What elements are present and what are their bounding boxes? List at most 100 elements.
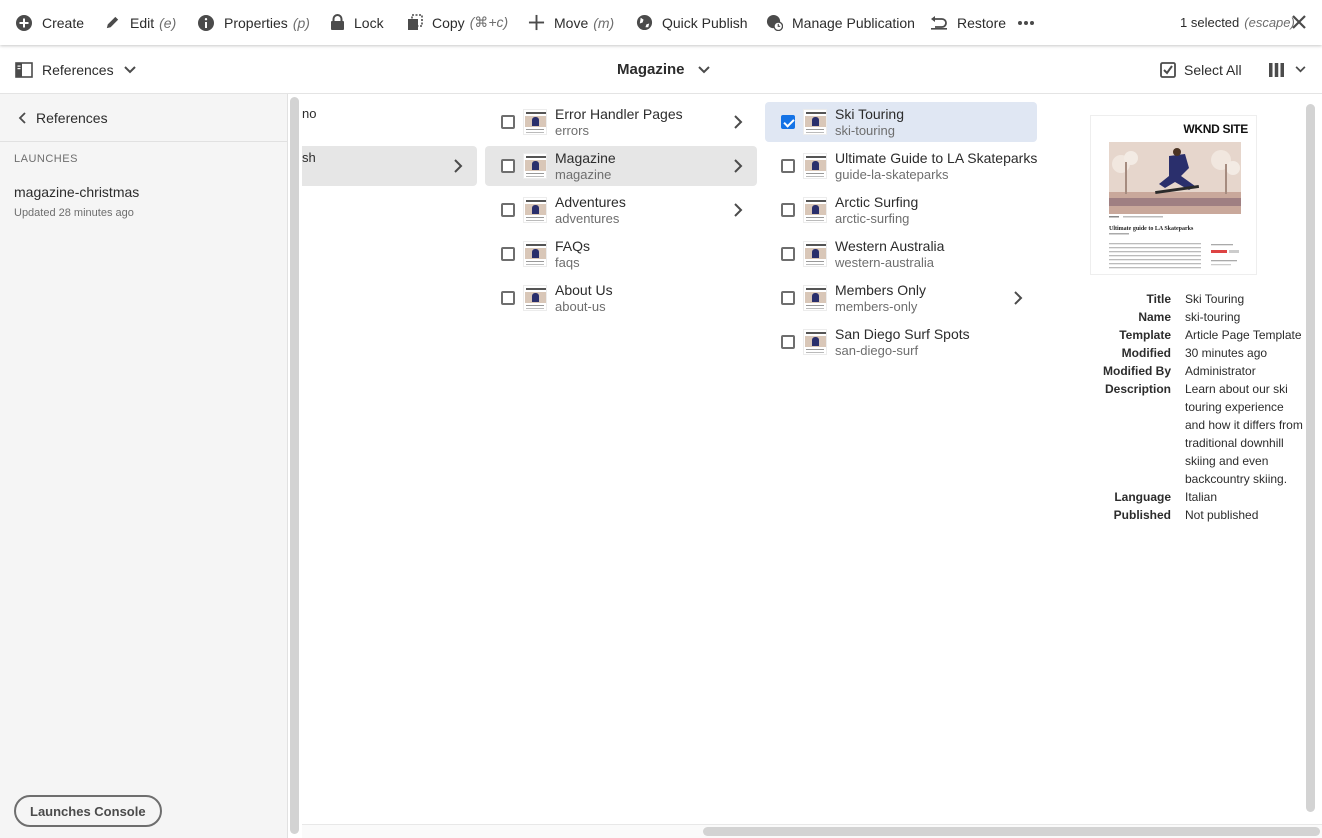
item-name: san-diego-surf — [835, 343, 919, 358]
list-item[interactable]: Western Australia western-australia — [765, 234, 1037, 274]
item-name: about-us — [555, 299, 606, 314]
copy-button[interactable]: Copy (⌘+c) — [407, 0, 508, 45]
skateboarder-photo — [1109, 142, 1241, 214]
create-button[interactable]: Create — [15, 0, 84, 45]
chevron-left-icon — [18, 112, 26, 124]
column1-fragment[interactable]: no — [302, 106, 316, 121]
row-checkbox[interactable] — [781, 335, 795, 349]
property-key: Title — [1146, 292, 1171, 306]
item-title: About Us — [555, 282, 613, 298]
chevron-right-icon[interactable] — [731, 203, 745, 217]
property-row: Template Article Page Template — [1090, 326, 1301, 344]
column1-row-highlighted[interactable]: sh — [302, 146, 477, 186]
launch-item[interactable]: magazine-christmas Updated 28 minutes ag… — [14, 184, 139, 219]
view-switcher[interactable] — [1268, 45, 1306, 94]
page-thumbnail — [523, 109, 547, 135]
property-value: Article Page Template — [1185, 328, 1302, 342]
page-thumbnail — [523, 197, 547, 223]
vertical-scrollbar[interactable] — [1306, 104, 1315, 812]
restore-button[interactable]: Restore — [930, 0, 1006, 45]
item-title: San Diego Surf Spots — [835, 326, 970, 342]
edit-shortcut: (e) — [159, 14, 177, 31]
edit-button[interactable]: Edit (e) — [104, 0, 176, 45]
references-rail: References LAUNCHES magazine-christmas U… — [0, 94, 288, 838]
list-item[interactable]: San Diego Surf Spots san-diego-surf — [765, 322, 1037, 362]
select-all-checkbox-icon — [1160, 61, 1176, 78]
row-checkbox[interactable] — [781, 203, 795, 217]
item-name: members-only — [835, 299, 918, 314]
rail-toggle-button[interactable]: References — [15, 45, 136, 94]
row-checkbox[interactable] — [501, 115, 515, 129]
chevron-down-icon — [697, 65, 710, 73]
page-preview-image: WKND SITE Ultimate guide to LA Skatepark… — [1090, 115, 1257, 275]
quick-publish-label: Quick Publish — [662, 14, 748, 31]
wknd-logo: WKND SITE — [1183, 122, 1248, 136]
property-row: Name ski-touring — [1090, 308, 1240, 326]
quick-publish-button[interactable]: Quick Publish — [636, 0, 748, 45]
item-title: Arctic Surfing — [835, 194, 919, 210]
chevron-right-icon[interactable] — [1011, 291, 1025, 305]
list-item[interactable]: About Us about-us — [485, 278, 757, 318]
list-item[interactable]: Members Only members-only — [765, 278, 1037, 318]
more-actions-button[interactable] — [1017, 0, 1044, 45]
column1-fragment: sh — [302, 150, 316, 165]
row-checkbox[interactable] — [501, 291, 515, 305]
horizontal-scrollbar[interactable] — [703, 827, 1320, 836]
manage-publication-label: Manage Publication — [792, 14, 915, 31]
selection-count-label: 1 selected — [1180, 15, 1240, 30]
chevron-right-icon[interactable] — [731, 159, 745, 173]
rail-back-button[interactable]: References — [18, 108, 108, 128]
rail-scrollbar[interactable] — [290, 97, 299, 834]
item-name: ski-touring — [835, 123, 895, 138]
item-title: Error Handler Pages — [555, 106, 683, 122]
item-name: errors — [555, 123, 589, 138]
list-item[interactable]: FAQs faqs — [485, 234, 757, 274]
property-value: Italian — [1185, 490, 1218, 504]
property-row: Language Italian — [1090, 488, 1217, 506]
column-view-icon — [1269, 62, 1284, 77]
page-thumbnail — [523, 285, 547, 311]
row-checkbox[interactable] — [501, 247, 515, 261]
properties-button[interactable]: Properties (p) — [197, 0, 310, 45]
row-checkbox[interactable] — [501, 203, 515, 217]
page-title-dropdown[interactable]: Magazine — [617, 45, 710, 94]
close-icon[interactable] — [1290, 13, 1308, 31]
properties-label: Properties — [224, 14, 288, 31]
more-ellipsis-icon — [1018, 20, 1034, 25]
row-checkbox[interactable] — [781, 291, 795, 305]
item-title: Magazine — [555, 150, 616, 166]
row-checkbox[interactable] — [781, 159, 795, 173]
list-item-selected[interactable]: Ski Touring ski-touring — [765, 102, 1037, 142]
list-item[interactable]: Error Handler Pages errors — [485, 102, 757, 142]
list-item[interactable]: Arctic Surfing arctic-surfing — [765, 190, 1037, 230]
pencil-icon — [106, 16, 119, 29]
copy-icon — [408, 14, 423, 30]
copy-label: Copy — [432, 14, 465, 31]
property-row: Modified 30 minutes ago — [1090, 344, 1267, 362]
property-row: Modified By Administrator — [1090, 362, 1256, 380]
row-checkbox-checked[interactable] — [781, 115, 795, 129]
list-item[interactable]: Magazine magazine — [485, 146, 757, 186]
action-bar: Create Edit (e) Properties (p) Lock Copy (⌘… — [0, 0, 1322, 45]
side-panel-icon — [15, 61, 33, 78]
add-circle-icon — [16, 14, 32, 31]
launches-console-button[interactable]: Launches Console — [14, 795, 162, 827]
item-title: Members Only — [835, 282, 927, 298]
property-key: Language — [1114, 490, 1171, 504]
select-all-button[interactable]: Select All — [1160, 45, 1242, 94]
property-value: Not published — [1185, 508, 1259, 522]
launch-updated: Updated 28 minutes ago — [14, 207, 134, 219]
row-checkbox[interactable] — [781, 247, 795, 261]
lock-button[interactable]: Lock — [330, 0, 384, 45]
property-value: 30 minutes ago — [1185, 346, 1268, 360]
row-checkbox[interactable] — [501, 159, 515, 173]
property-value: Learn about our ski touring experience a… — [1185, 382, 1303, 486]
item-title: Western Australia — [835, 238, 945, 254]
undo-icon — [931, 15, 947, 30]
list-item[interactable]: Adventures adventures — [485, 190, 757, 230]
chevron-right-icon[interactable] — [731, 115, 745, 129]
manage-publication-button[interactable]: Manage Publication — [766, 0, 915, 45]
list-item[interactable]: Ultimate Guide to LA Skateparks guide-la… — [765, 146, 1037, 186]
globe-icon — [636, 14, 653, 31]
move-button[interactable]: Move (m) — [528, 0, 614, 45]
